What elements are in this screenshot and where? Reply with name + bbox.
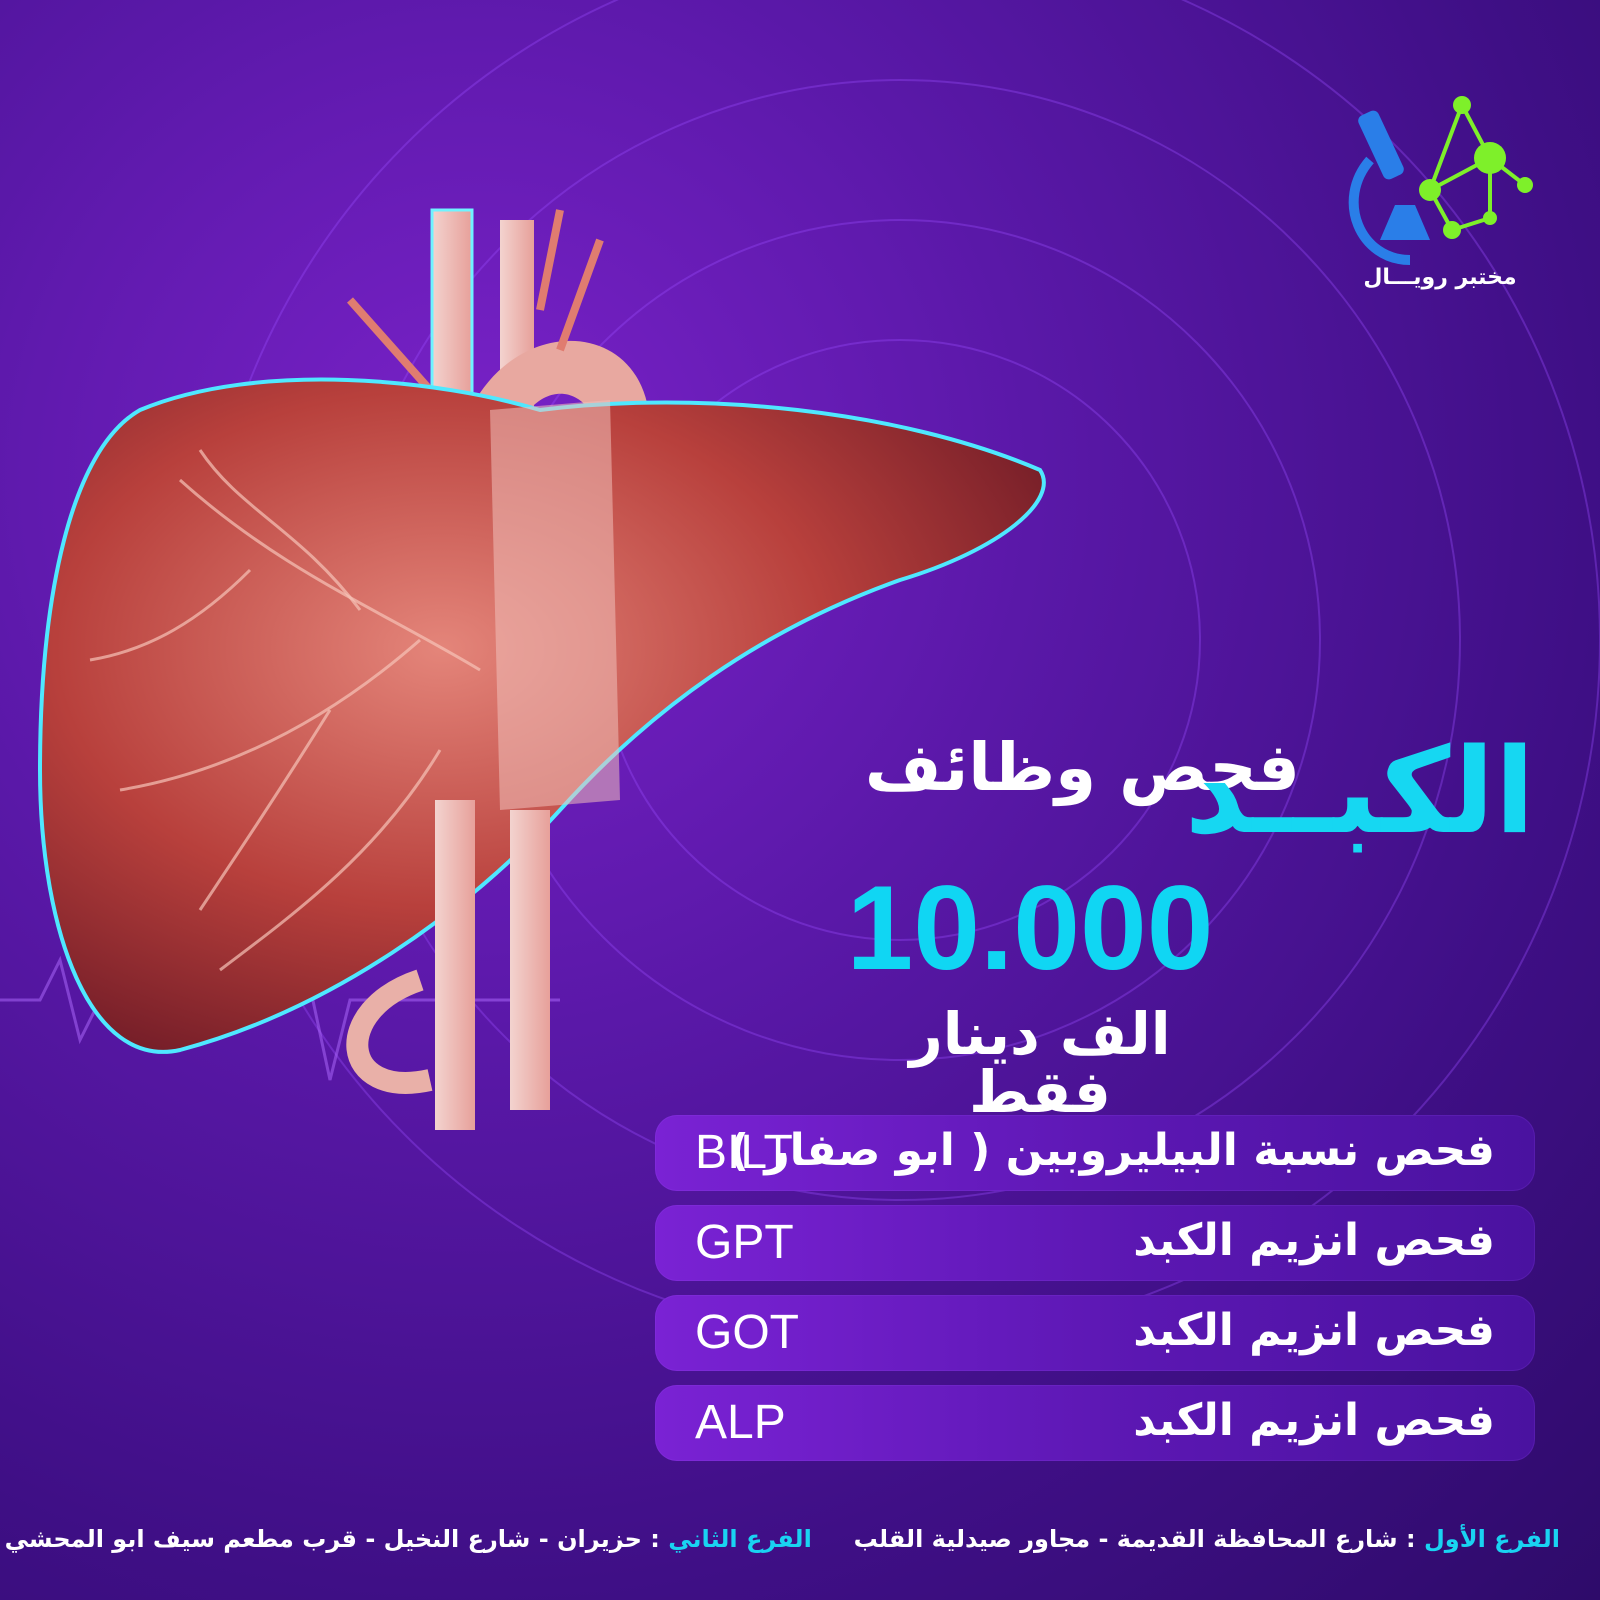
tests-list: BILT فحص نسبة البيليروبين ( ابو صفار ) G… [655,1115,1535,1475]
branch2-address: حزيران - شارع النخيل - قرب مطعم سيف ابو … [4,1525,642,1553]
test-name: فحص انزيم الكبد [1133,1395,1495,1446]
test-row: BILT فحص نسبة البيليروبين ( ابو صفار ) [655,1115,1535,1191]
test-row: ALP فحص انزيم الكبد [655,1385,1535,1461]
test-code: ALP [695,1396,786,1449]
test-name: فحص انزيم الكبد [1133,1305,1495,1356]
branch2-separator: : [641,1525,669,1553]
test-name: فحص نسبة البيليروبين ( ابو صفار ) [728,1125,1495,1176]
branch1-label: الفرع الأول [1423,1525,1560,1553]
branch1-address: شارع المحافظة القديمة - مجاور صيدلية الق… [853,1525,1398,1553]
test-code: GOT [695,1306,799,1359]
price-value: 10.000 [846,861,1214,995]
test-code: GPT [695,1216,794,1269]
lab-name: مختبر رويـــال [1363,265,1517,290]
price-note: الف دينار فقط [909,1000,1171,1126]
test-row: GOT فحص انزيم الكبد [655,1295,1535,1371]
headline-title: الكبــد [1184,722,1535,860]
branch-addresses: الفرع الأول : شارع المحافظة القديمة - مج… [5,1525,1560,1553]
test-name: فحص انزيم الكبد [1133,1215,1495,1266]
test-row: GPT فحص انزيم الكبد [655,1205,1535,1281]
branch1-separator: : [1397,1525,1424,1553]
branch2-label: الفرع الثاني [668,1525,812,1553]
